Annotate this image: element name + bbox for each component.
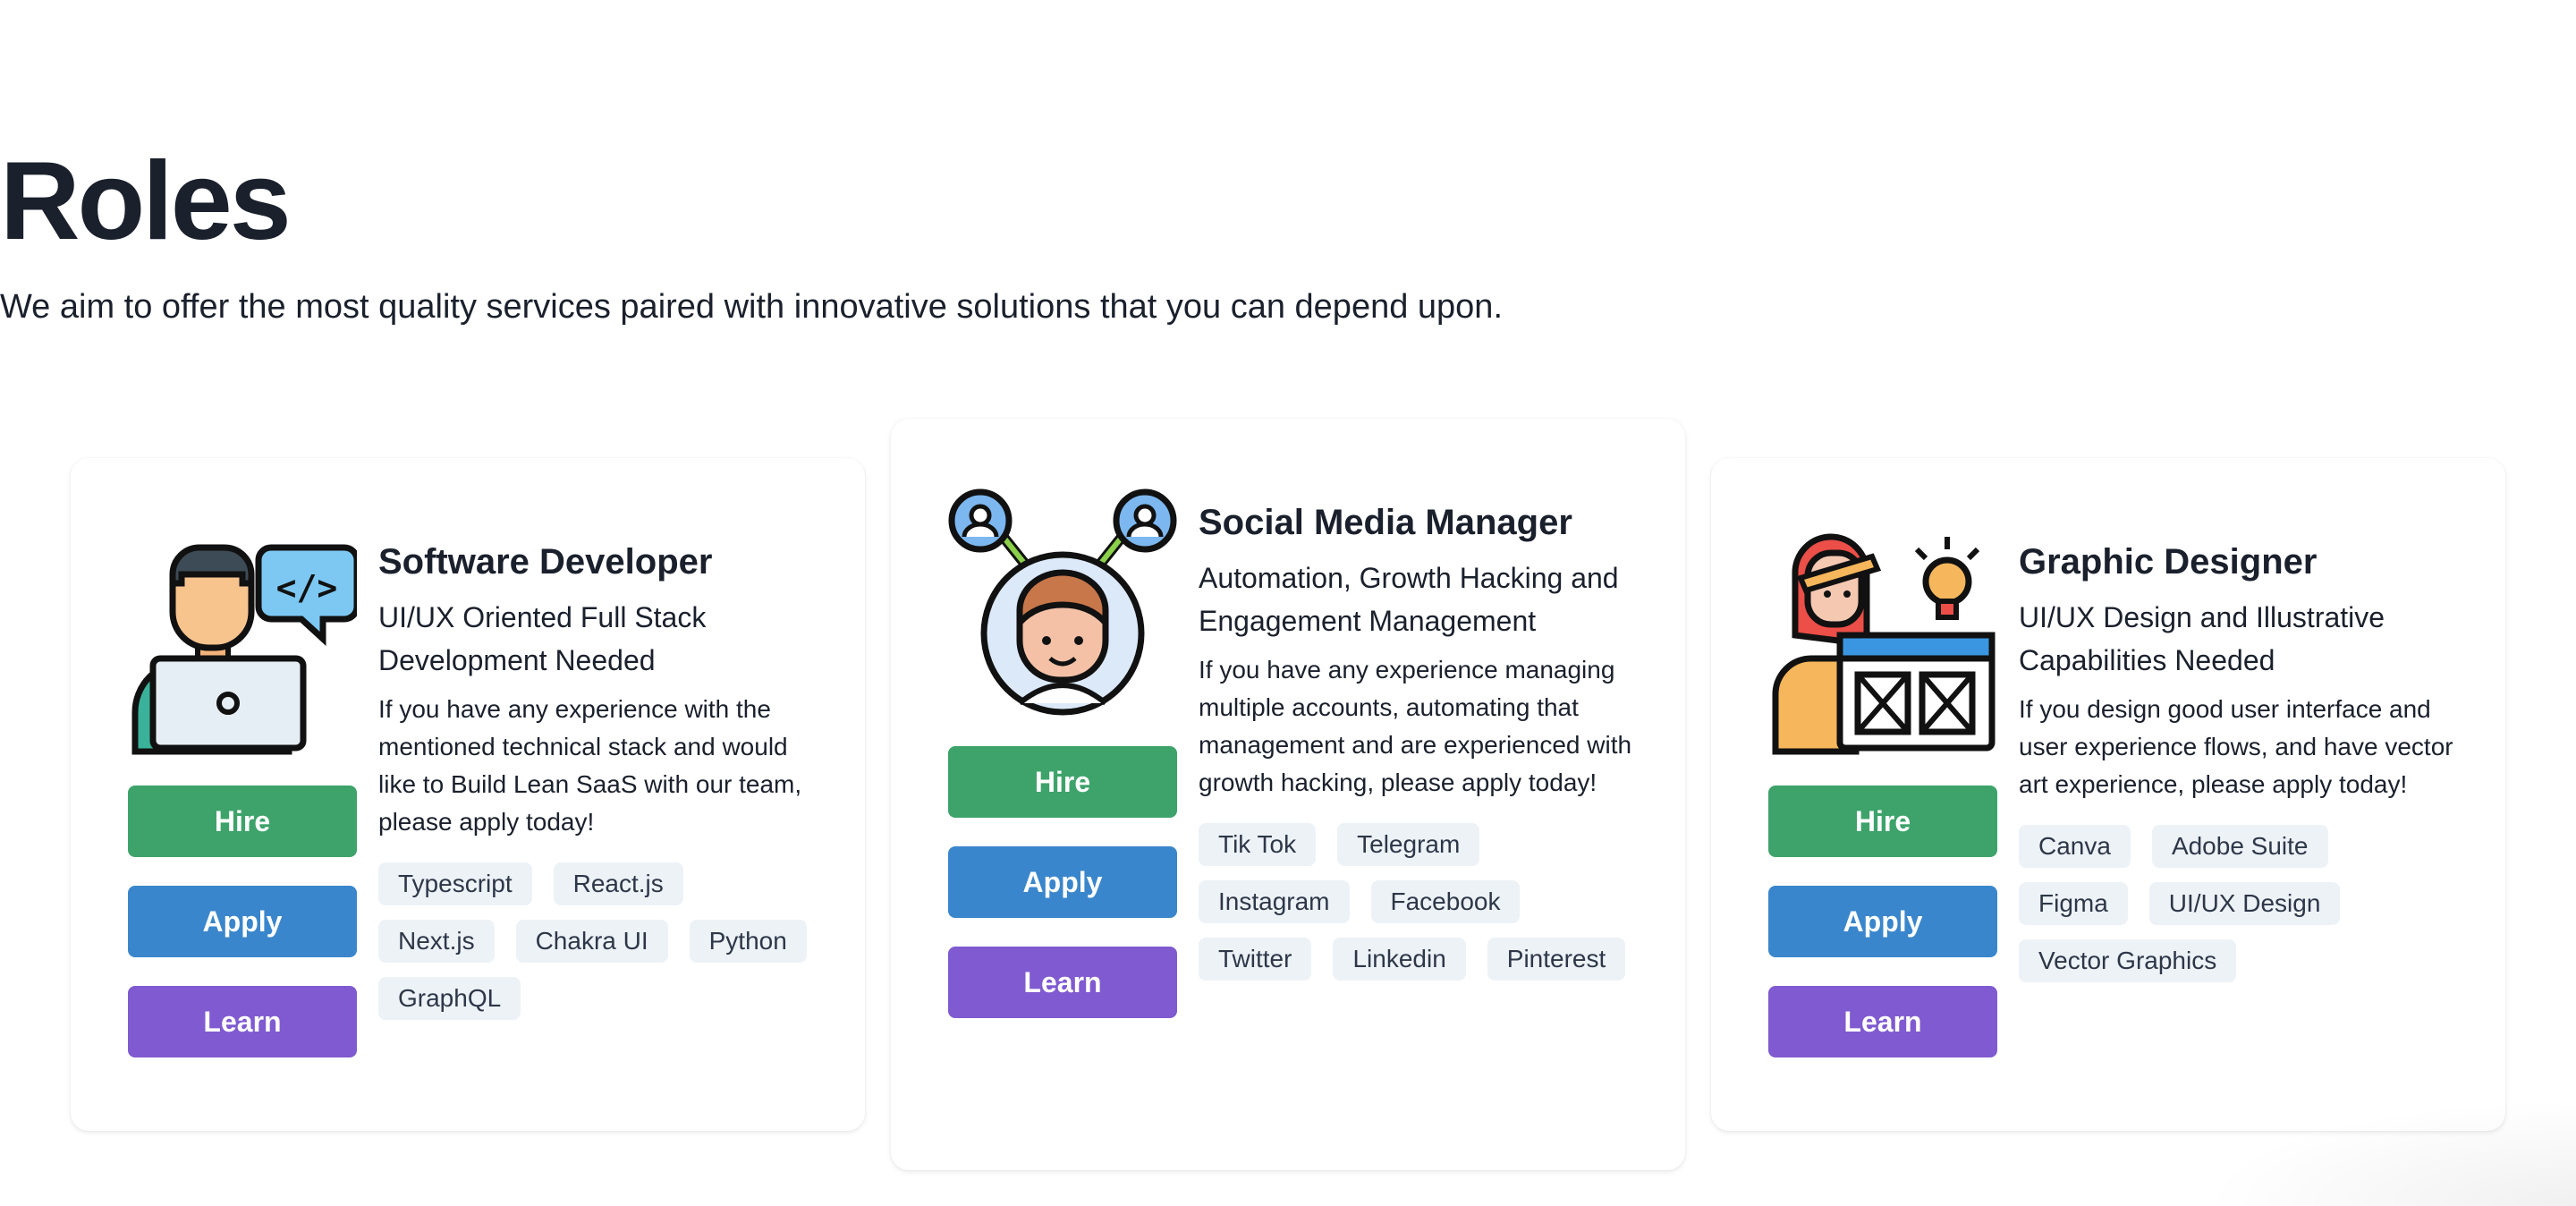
role-card-graphic-designer: Hire Apply Learn Graphic Designer UI/UX …	[1711, 458, 2505, 1131]
skill-tag: Telegram	[1337, 823, 1480, 866]
skill-tag: Tik Tok	[1199, 823, 1317, 866]
apply-button[interactable]: Apply	[948, 846, 1177, 918]
hire-button[interactable]: Hire	[128, 786, 357, 857]
skill-tags: Canva Adobe Suite Figma UI/UX Design Vec…	[2019, 825, 2448, 982]
role-content: Software Developer UI/UX Oriented Full S…	[378, 528, 822, 1020]
graphic-designer-icon	[1768, 528, 1997, 757]
skill-tags: Typescript React.js Next.js Chakra UI Py…	[378, 862, 808, 1020]
page-subtitle: We aim to offer the most quality service…	[0, 288, 1503, 326]
skill-tag: Typescript	[378, 862, 532, 905]
learn-button[interactable]: Learn	[128, 986, 357, 1057]
corner-shadow	[2200, 1099, 2576, 1206]
skill-tag: UI/UX Design	[2148, 882, 2341, 925]
role-card-social-media-manager: Hire Apply Learn Social Media Manager Au…	[891, 419, 1685, 1170]
skill-tag: Vector Graphics	[2019, 939, 2237, 982]
social-media-manager-icon	[948, 488, 1177, 718]
svg-text:</>: </>	[276, 568, 338, 607]
skill-tag: Facebook	[1370, 880, 1521, 923]
role-name: Graphic Designer	[2019, 542, 2318, 582]
role-description: If you design good user interface and us…	[2019, 695, 2453, 798]
skill-tag: React.js	[553, 862, 683, 905]
skill-tag: Pinterest	[1487, 938, 1626, 981]
role-description: If you have any experience with the ment…	[378, 695, 802, 836]
role-content: Graphic Designer UI/UX Design and Illust…	[2019, 528, 2462, 982]
page-title: Roles	[0, 140, 292, 263]
role-tagline: UI/UX Oriented Full Stack Development Ne…	[378, 601, 707, 676]
role-name: Social Media Manager	[1199, 503, 1572, 542]
apply-button[interactable]: Apply	[1768, 886, 1997, 957]
skill-tags: Tik Tok Telegram Instagram Facebook Twit…	[1199, 823, 1628, 981]
learn-button[interactable]: Learn	[948, 947, 1177, 1018]
role-name: Software Developer	[378, 542, 713, 582]
hire-button[interactable]: Hire	[1768, 786, 1997, 857]
role-description: If you have any experience managing mult…	[1199, 656, 1632, 796]
learn-button[interactable]: Learn	[1768, 986, 1997, 1057]
apply-button[interactable]: Apply	[128, 886, 357, 957]
skill-tag: Twitter	[1199, 938, 1312, 981]
skill-tag: Adobe Suite	[2151, 825, 2328, 868]
skill-tag: GraphQL	[378, 977, 521, 1020]
role-content: Social Media Manager Automation, Growth …	[1199, 488, 1642, 981]
skill-tag: Next.js	[378, 920, 495, 963]
skill-tag: Python	[689, 920, 807, 963]
role-card-software-developer: </> Hire Apply Learn Software Developer …	[71, 458, 865, 1131]
skill-tag: Chakra UI	[515, 920, 668, 963]
skill-tag: Instagram	[1199, 880, 1350, 923]
role-tagline: UI/UX Design and Illustrative Capabiliti…	[2019, 601, 2385, 676]
software-developer-icon: </>	[128, 528, 357, 757]
skill-tag: Figma	[2019, 882, 2128, 925]
hire-button[interactable]: Hire	[948, 746, 1177, 818]
skill-tag: Canva	[2019, 825, 2131, 868]
skill-tag: Linkedin	[1333, 938, 1466, 981]
role-tagline: Automation, Growth Hacking and Engagemen…	[1199, 562, 1619, 637]
